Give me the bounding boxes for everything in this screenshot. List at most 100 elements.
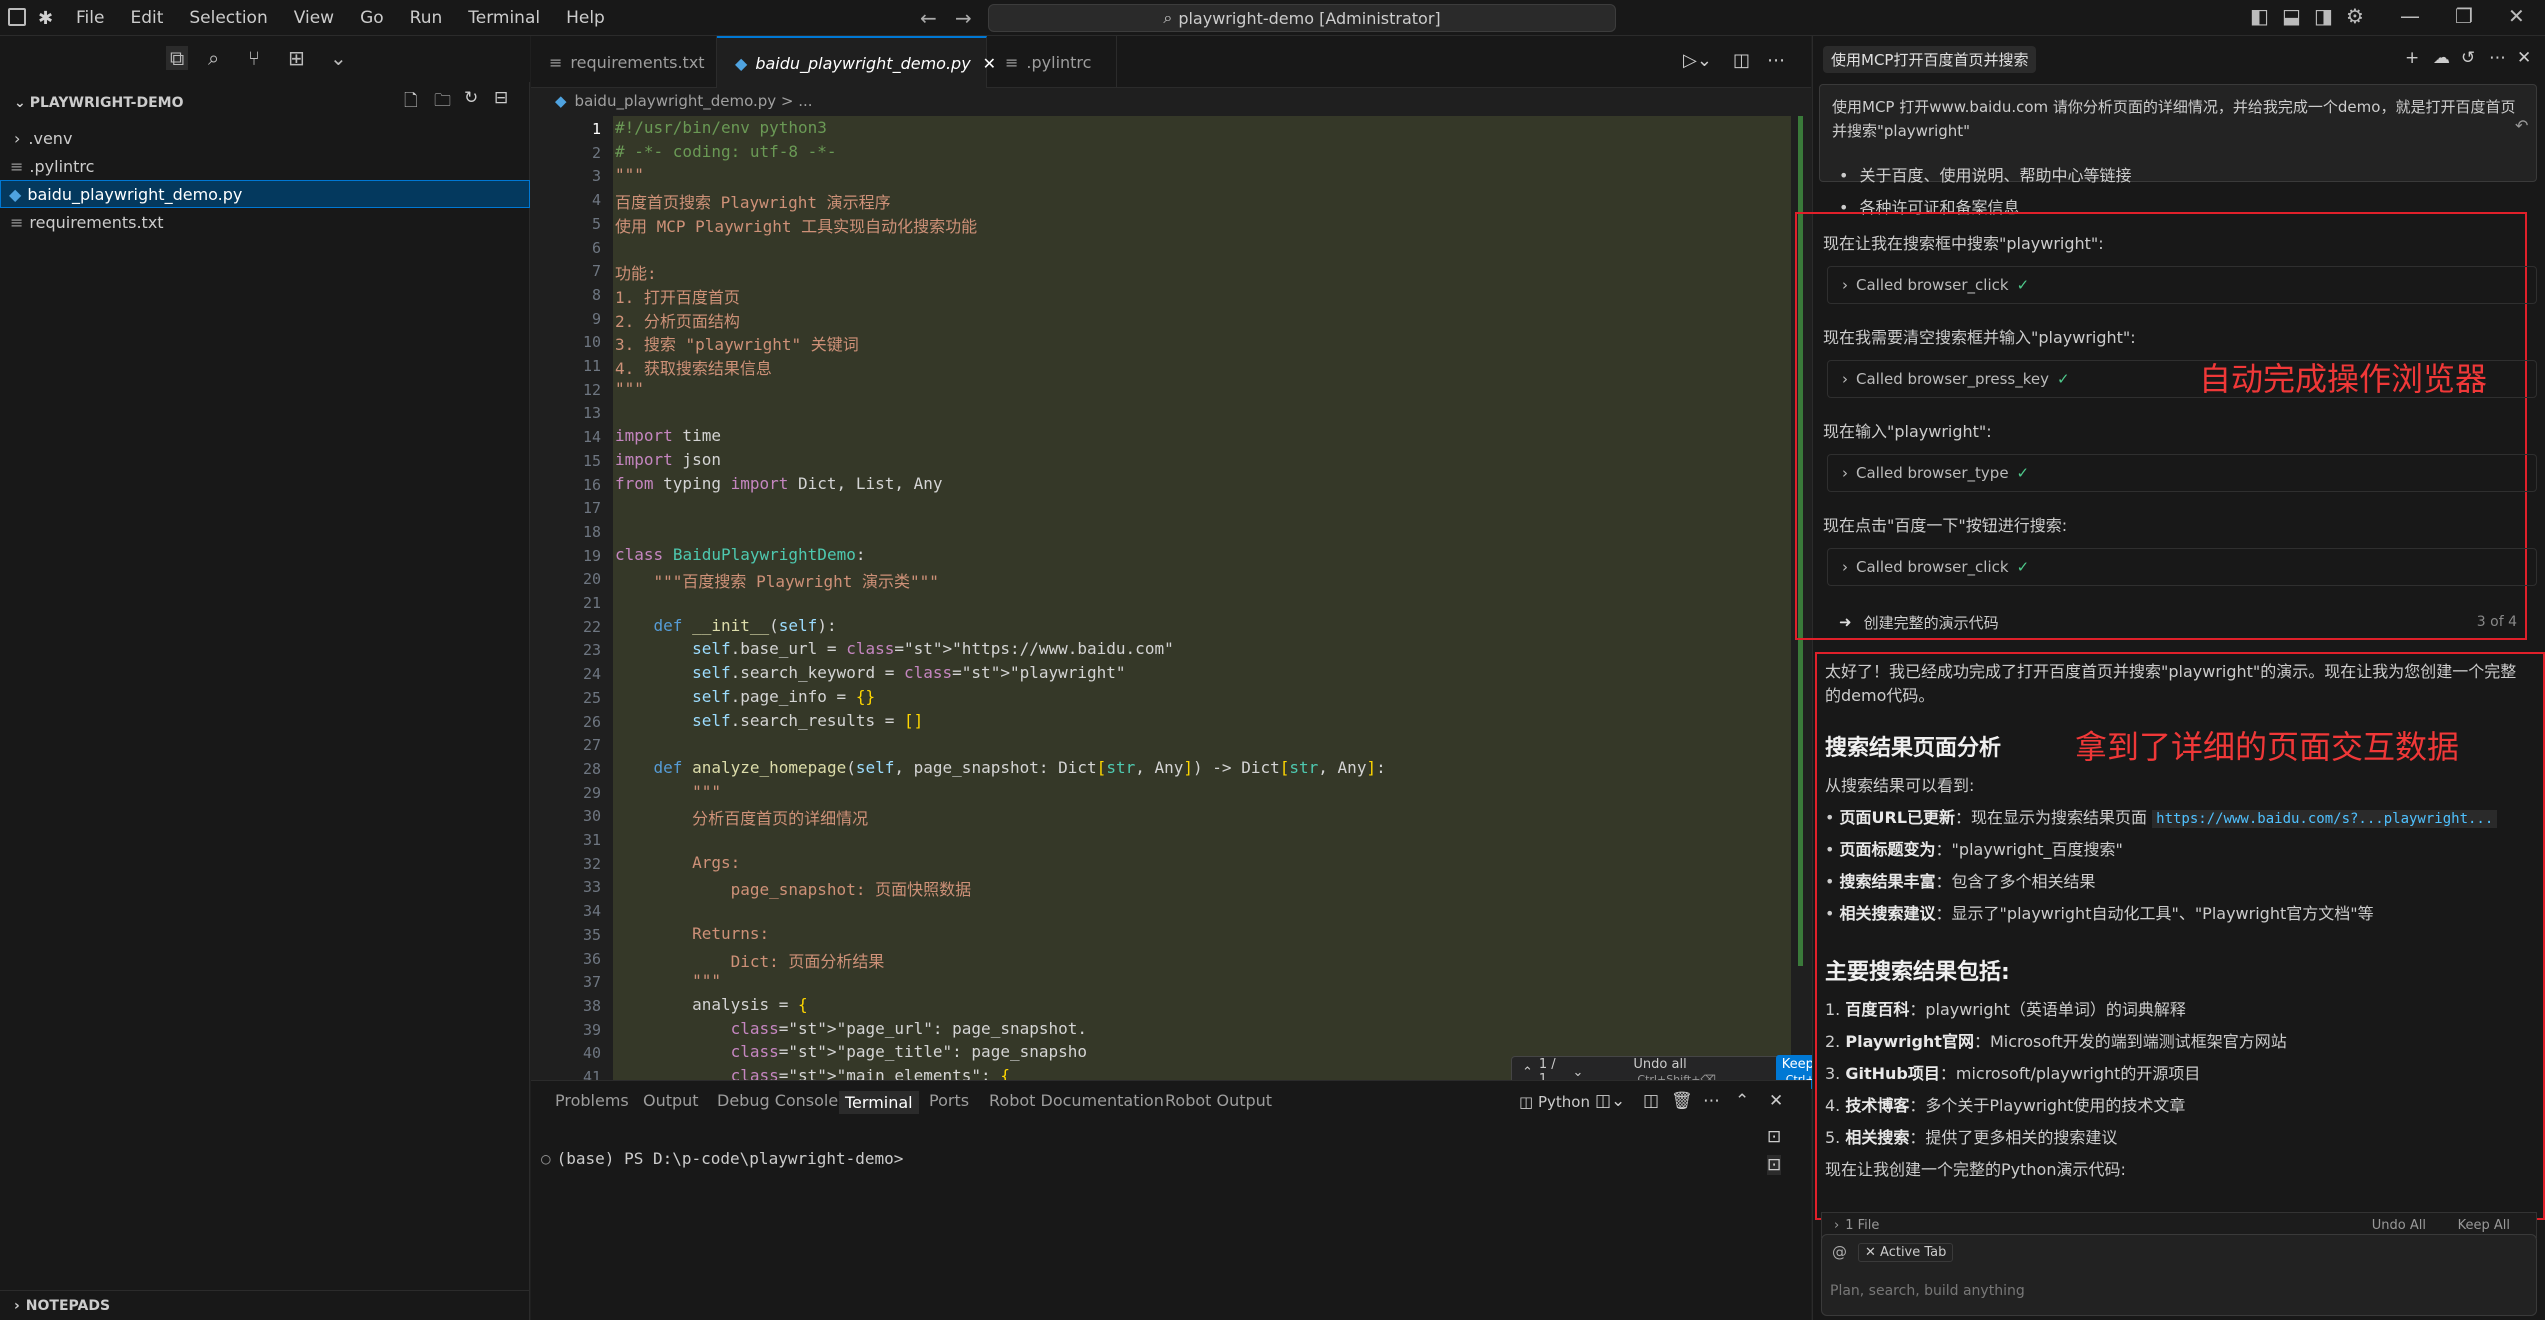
tab-pylintrc[interactable]: ≡ .pylintrc	[987, 36, 1117, 88]
refresh-icon[interactable]: ↻	[464, 88, 478, 108]
code-editor[interactable]: 1 2 3 4 5 6 7 8 9 10 11 12 13 14 15 16 17 18 19 20 21 22 23 24 2…	[531, 116, 1791, 1086]
restore-icon[interactable]: ❐	[2455, 4, 2473, 28]
panel-tab-debug-console[interactable]: Debug Console	[717, 1091, 838, 1110]
new-file-icon[interactable]: 🗋	[404, 88, 418, 117]
layout-icon[interactable]: ◫	[1643, 1091, 1659, 1111]
run-icon[interactable]: ▷⌄	[1683, 50, 1712, 71]
plus-icon[interactable]: +	[2405, 48, 2419, 68]
code-line: analysis = {	[615, 994, 808, 1014]
terminal-output[interactable]: ○ (base) PS D:\p-code\playwright-demo>	[541, 1149, 903, 1168]
menu-help[interactable]: Help	[566, 8, 605, 28]
line-number: 2	[591, 143, 601, 162]
trash-icon[interactable]: 🗑	[1671, 1091, 1693, 1111]
panel-tab-problems[interactable]: Problems	[555, 1091, 629, 1110]
notepads-section[interactable]: › NOTEPADS	[0, 1290, 530, 1320]
tool-call[interactable]: › Called browser_type ✓	[1827, 454, 2537, 492]
more-actions-icon[interactable]: ⋯	[1703, 1091, 1720, 1111]
breadcrumb[interactable]: ◆ baidu_playwright_demo.py > ...	[531, 88, 1811, 114]
menu-run[interactable]: Run	[410, 8, 443, 28]
panel-tab-output[interactable]: Output	[643, 1091, 699, 1110]
close-icon[interactable]: ✕	[1865, 1245, 1880, 1260]
line-number: 30	[582, 807, 601, 826]
cloud-icon[interactable]: ☁	[2433, 48, 2450, 68]
close-panel-icon[interactable]: ✕	[1769, 1091, 1783, 1111]
panel-tab-terminal[interactable]: Terminal	[839, 1091, 919, 1114]
menu-edit[interactable]: Edit	[130, 8, 163, 28]
chevron-up-icon[interactable]: ⌃	[1522, 1065, 1533, 1080]
todo-progress[interactable]: ➜ 创建完整的演示代码 3 of 4	[1827, 606, 2537, 638]
python-file-icon: ◆	[735, 53, 748, 73]
tree-item-label: .venv	[28, 128, 73, 148]
at-mention-icon[interactable]: @	[1832, 1243, 1847, 1261]
toggle-panel-icon[interactable]: ⬓	[2282, 4, 2301, 28]
close-window-icon[interactable]: ✕	[2508, 4, 2525, 28]
menu-go[interactable]: Go	[360, 8, 384, 28]
keep-all-files-button[interactable]: Keep All	[2458, 1218, 2510, 1233]
history-icon[interactable]: ↺	[2461, 48, 2475, 68]
gear-icon[interactable]: ⚙	[2346, 4, 2364, 28]
toggle-sidebar-icon[interactable]: ◧	[2250, 4, 2269, 28]
menu-view[interactable]: View	[294, 8, 334, 28]
tool-call[interactable]: › Called browser_press_key ✓	[1827, 360, 2537, 398]
line-number: 25	[582, 688, 601, 707]
line-number: 26	[582, 712, 601, 731]
url-code[interactable]: https://www.baidu.com/s?...playwright...	[2152, 810, 2498, 828]
terminal-profile[interactable]: ◫ Python	[1519, 1093, 1590, 1111]
more-actions-icon[interactable]: ⋯	[2489, 48, 2506, 68]
restore-checkpoint-icon[interactable]: ↶	[2515, 116, 2528, 135]
tree-item-pylintrc[interactable]: ≡ .pylintrc	[0, 152, 530, 180]
chat-title[interactable]: 使用MCP打开百度首页并搜索	[1823, 46, 2037, 73]
list-item: 2. Playwright官网：Microsoft开发的端到端测试框架官方网站	[1825, 1028, 2287, 1052]
tab-baidu-playwright-demo[interactable]: ◆ baidu_playwright_demo.py ✕	[717, 36, 996, 88]
maximize-panel-icon[interactable]: ⌃	[1735, 1091, 1749, 1111]
more-actions-icon[interactable]: ⋯	[1767, 50, 1785, 71]
line-number: 22	[582, 617, 601, 636]
tool-call[interactable]: › Called browser_click ✓	[1827, 266, 2537, 304]
layout-icon[interactable]	[8, 8, 26, 26]
tree-item-requirements[interactable]: ≡ requirements.txt	[0, 208, 530, 236]
chevron-down-icon[interactable]: ⌄	[330, 46, 347, 70]
undo-all-files-button[interactable]: Undo All	[2372, 1218, 2426, 1233]
panel-tab-robot-documentation[interactable]: Robot Documentation	[989, 1091, 1164, 1110]
line-number-gutter: 1 2 3 4 5 6 7 8 9 10 11 12 13 14 15 16 17 18 19 20 21 22 23 24 2…	[531, 116, 613, 1086]
code-line: # -*- coding: utf-8 -*-	[615, 141, 837, 161]
menu-bar: File Edit Selection View Go Run Terminal…	[76, 0, 631, 36]
tree-item-baidu-playwright-demo[interactable]: ◆ baidu_playwright_demo.py	[0, 180, 530, 208]
collapse-all-icon[interactable]: ⊟	[494, 88, 508, 108]
terminal-tab-icon[interactable]: ⊡	[1767, 1155, 1782, 1175]
new-folder-icon[interactable]: 🗀	[434, 88, 451, 117]
explorer-icon[interactable]: ⧉	[166, 46, 189, 70]
context-chip[interactable]: ✕ Active Tab	[1858, 1243, 1954, 1262]
tree-item-venv[interactable]: › .venv	[0, 124, 530, 152]
panel-tab-robot-output[interactable]: Robot Output	[1165, 1091, 1272, 1110]
item-bold: 页面标题变为	[1839, 840, 1936, 859]
forward-arrow-icon[interactable]: →	[955, 6, 972, 30]
menu-file[interactable]: File	[76, 8, 104, 28]
toggle-secondary-sidebar-icon[interactable]: ◨	[2314, 4, 2333, 28]
code-line: class BaiduPlaywrightDemo:	[615, 544, 866, 564]
close-icon[interactable]: ✕	[2517, 48, 2531, 68]
panel-tab-ports[interactable]: Ports	[929, 1091, 969, 1110]
chevron-right-icon: ›	[14, 1297, 20, 1314]
menu-terminal[interactable]: Terminal	[468, 8, 540, 28]
tab-label: requirements.txt	[570, 52, 705, 72]
minimize-icon[interactable]: —	[2400, 4, 2420, 28]
split-terminal-icon[interactable]: ◫⌄	[1595, 1091, 1625, 1111]
chevron-down-icon[interactable]: ⌄	[1573, 1065, 1584, 1080]
tree-item-label: .pylintrc	[29, 156, 95, 176]
menu-selection[interactable]: Selection	[189, 8, 267, 28]
command-center-label: playwright-demo [Administrator]	[1178, 8, 1441, 28]
command-center[interactable]: ⌕ playwright-demo [Administrator]	[988, 4, 1616, 32]
extensions-icon[interactable]: ⊞	[288, 46, 305, 70]
back-arrow-icon[interactable]: ←	[920, 6, 937, 30]
line-number: 4	[591, 191, 601, 210]
tool-call[interactable]: › Called browser_click ✓	[1827, 548, 2537, 586]
search-icon[interactable]: ⌕	[208, 46, 219, 70]
item-bold: 页面URL已更新	[1839, 808, 1956, 827]
tab-requirements[interactable]: ≡ requirements.txt	[531, 36, 717, 88]
split-editor-icon[interactable]: ◫	[1733, 50, 1750, 71]
source-control-icon[interactable]: ⑂	[248, 46, 260, 70]
terminal-tab-icon[interactable]: ⊡	[1767, 1127, 1781, 1147]
circle-icon: ○	[541, 1149, 551, 1168]
chat-input-box[interactable]: @ ✕ Active Tab Plan, search, build anyth…	[1821, 1234, 2537, 1316]
